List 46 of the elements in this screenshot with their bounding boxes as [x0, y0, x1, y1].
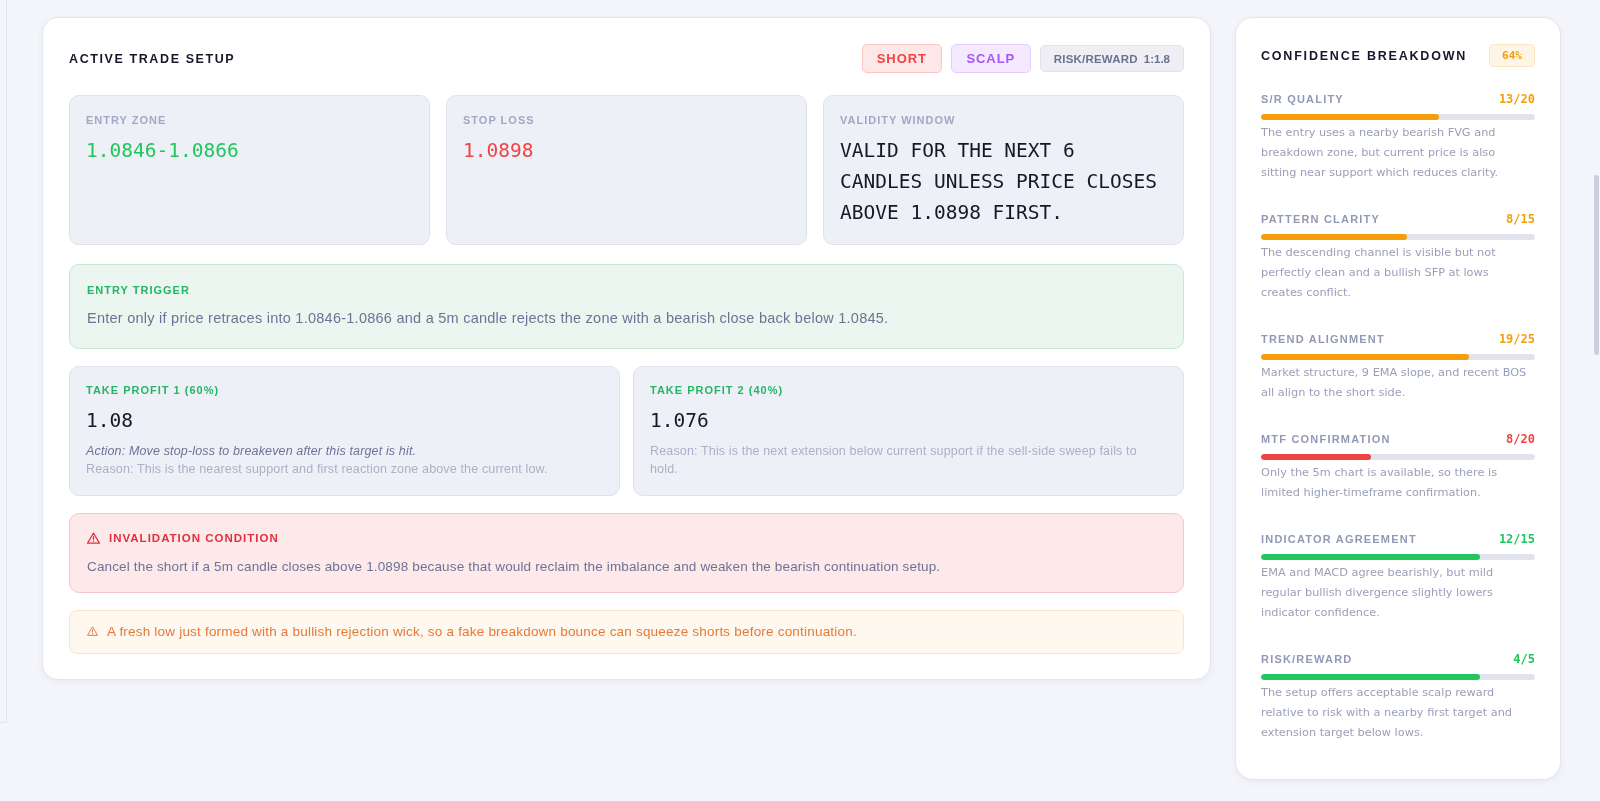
- confidence-score-badge: 64%: [1489, 44, 1535, 67]
- card-title: ACTIVE TRADE SETUP: [69, 51, 236, 66]
- factor-description: EMA and MACD agree bearishly, but mild regular bullish divergence slightly lowers indicator confidence.: [1261, 565, 1495, 621]
- trade-type-badge: SHORT: [861, 44, 942, 73]
- panel-label: ENTRY TRIGGER: [87, 283, 190, 297]
- factor-description: Market structure, 9 EMA slope, and recent BOS all align to the short side.: [1261, 365, 1528, 401]
- factor-description: The setup offers acceptable scalp reward relative to risk with a nearby first target and extension target below lows.: [1261, 685, 1513, 741]
- take-profit-label: TAKE PROFIT 2 (40%): [650, 383, 784, 397]
- take-profit-label: TAKE PROFIT 1 (60%): [86, 383, 220, 397]
- factor-score: 8/15: [1506, 212, 1535, 226]
- factor-label: MTF CONFIRMATION: [1261, 433, 1391, 445]
- take-profit-value: 1.08: [86, 408, 133, 434]
- invalidation-text: Cancel the short if a 5m candle closes above 1.0898 because that would reclaim the imbalance and weaken the bearish continuation setup.: [87, 558, 941, 576]
- ratio-value: 1:1.8: [1143, 52, 1170, 65]
- factor-description: Only the 5m chart is available, so there is limited higher-timeframe confirmation.: [1261, 465, 1498, 501]
- metric-value: 1.0898: [463, 138, 534, 164]
- factor-description: The descending channel is visible but not perfectly clean and a bullish SFP at lows creates conflict.: [1261, 245, 1497, 301]
- caution-text: A fresh low just formed with a bullish rejection wick, so a fake breakdown bounce can squeeze shorts before continuation.: [107, 623, 857, 641]
- metric-label: ENTRY ZONE: [86, 113, 167, 127]
- metric-label: VALIDITY WINDOW: [840, 113, 956, 127]
- factor-score: 8/20: [1506, 432, 1535, 446]
- metric-value: 1.0846-1.0866: [86, 138, 239, 164]
- factor-score: 4/5: [1513, 652, 1535, 666]
- factor-label: INDICATOR AGREEMENT: [1261, 533, 1417, 545]
- action-note: Action: Move stop-loss to breakeven after this target is hit.: [86, 443, 417, 460]
- warning-icon: [87, 625, 98, 636]
- reason-note: Reason: This is the nearest support and first reaction zone above the current low.: [86, 461, 548, 478]
- invalidation-title: INVALIDATION CONDITION: [109, 532, 279, 544]
- take-profit-value: 1.076: [650, 408, 709, 434]
- warning-icon: [87, 532, 100, 544]
- factor-description: The entry uses a nearby bearish FVG and breakdown zone, but current price is also sitting near support which reduces clarity.: [1261, 125, 1500, 181]
- panel-title: CONFIDENCE BREAKDOWN: [1261, 48, 1468, 63]
- factor-score: 12/15: [1498, 532, 1535, 546]
- trade-type-badge: SCALP: [950, 44, 1031, 73]
- factor-label: TREND ALIGNMENT: [1261, 333, 1385, 345]
- ratio-label: RISK/REWARD: [1053, 52, 1138, 65]
- factor-label: RISK/REWARD: [1261, 653, 1353, 665]
- trigger-text: Enter only if price retraces into 1.0846-1.0866 and a 5m candle rejects the zone with a bearish close back below 1.0845.: [87, 309, 889, 328]
- factor-score: 13/20: [1498, 92, 1535, 106]
- reason-note: Reason: This is the next extension below current support if the sell-side sweep fails to hold.: [650, 443, 1138, 478]
- factor-score: 19/25: [1498, 332, 1535, 346]
- metric-label: STOP LOSS: [463, 113, 535, 127]
- factor-label: S/R QUALITY: [1261, 93, 1344, 105]
- metric-value: VALID FOR THE NEXT 6 CANDLES UNLESS PRICE CLOSES ABOVE 1.0898 FIRST.: [840, 138, 1158, 226]
- scrollbar-thumb[interactable]: [1594, 175, 1599, 355]
- factor-label: PATTERN CLARITY: [1261, 213, 1381, 225]
